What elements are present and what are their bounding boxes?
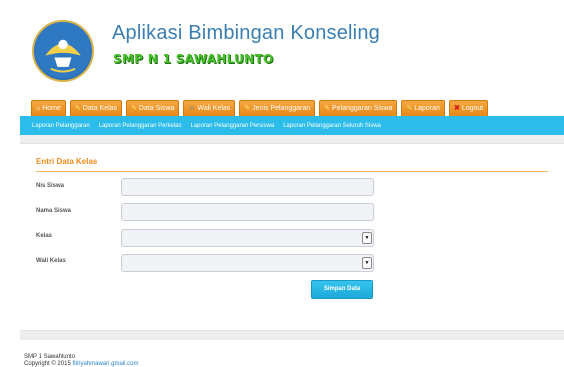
kelas-select[interactable]: ▼ [121,229,374,247]
footer-school: SMP 1 Sawahlunto [24,354,75,360]
pencil-icon: ✎ [131,105,137,112]
entry-form: Entri Data Kelas Nis Siswa Nama Siswa Ke… [20,143,564,331]
header: Aplikasi Bimbingan Konseling SMP N 1 SAW… [0,0,564,100]
nav-data-siswa[interactable]: ✎ Data Siswa [126,100,180,116]
nav-pelanggaran-siswa[interactable]: ✎ Pelanggaran Siswa [319,100,398,116]
nav-home[interactable]: ⌂ Home [31,100,66,116]
home-icon: ⌂ [36,105,41,112]
nav-jenis-pelanggaran-label: Jenis Pelanggaran [252,105,311,112]
user-icon: ☺ [188,105,196,112]
nav-logout[interactable]: ✖ Logout [448,100,489,116]
close-icon: ✖ [453,105,460,112]
kelas-label: Kelas [36,233,53,239]
copyright-text: Copyright © 2015 [24,361,73,367]
nav-wali-kelas-label: Wali Kelas [197,105,231,112]
nav-laporan-label: Laporan [414,105,440,112]
chevron-down-icon[interactable]: ▼ [362,257,372,269]
pencil-icon: ✎ [324,105,331,112]
form-title: Entri Data Kelas [36,157,98,166]
footer-email-link[interactable]: fitriyahmawari.gmail.com [72,361,138,367]
sub-nav-laporan-seluruh-siswa[interactable]: Laporan Pelanggaran Seluruh Siswa [283,123,381,129]
nav-home-label: Home [42,105,61,112]
report-sub-nav: Laporan Pelanggaran Laporan Pelanggaran … [20,116,564,135]
school-logo [32,20,94,82]
wali-kelas-label: Wali Kelas [36,258,66,264]
app-title: Aplikasi Bimbingan Konseling [112,22,380,44]
chevron-down-icon[interactable]: ▼ [362,232,372,244]
pencil-icon: ✎ [74,105,81,112]
nis-siswa-input[interactable] [121,178,374,196]
sub-nav-laporan-pelanggaran[interactable]: Laporan Pelanggaran [32,123,90,129]
school-name: SMP N 1 SAWAHLUNTO [113,52,274,66]
nav-data-kelas[interactable]: ✎ Data Kelas [69,100,123,116]
simpan-data-button[interactable]: Simpan Data [311,280,373,299]
content-area: Entri Data Kelas Nis Siswa Nama Siswa Ke… [20,135,564,340]
footer: SMP 1 Sawahlunto Copyright © 2015 fitriy… [20,340,564,367]
sub-nav-laporan-perkelas[interactable]: Laporan Pelanggaran Perkelas [99,123,182,129]
main-nav: ⌂ Home ✎ Data Kelas ✎ Data Siswa ☺ Wali … [31,100,489,116]
pencil-icon: ✎ [406,105,413,112]
tut-wuri-handayani-emblem [35,23,91,79]
pencil-icon: ✎ [244,105,251,112]
nav-jenis-pelanggaran[interactable]: ✎ Jenis Pelanggaran [239,100,316,116]
wali-kelas-select[interactable]: ▼ [121,254,374,272]
nama-siswa-input[interactable] [121,203,374,221]
sub-nav-laporan-persiswa[interactable]: Laporan Pelanggaran Persiswa [190,123,274,129]
nav-logout-label: Logout [461,105,484,112]
nav-data-siswa-label: Data Siswa [138,105,175,112]
footer-copyright: Copyright © 2015 fitriyahmawari.gmail.co… [24,361,138,367]
nis-siswa-label: Nis Siswa [36,183,65,189]
nama-siswa-label: Nama Siswa [36,208,72,214]
nav-laporan[interactable]: ✎ Laporan [401,100,445,116]
title-divider [36,171,548,172]
nav-pelanggaran-siswa-label: Pelanggaran Siswa [332,105,393,112]
nav-data-kelas-label: Data Kelas [82,105,118,112]
nav-wali-kelas[interactable]: ☺ Wali Kelas [183,100,236,116]
